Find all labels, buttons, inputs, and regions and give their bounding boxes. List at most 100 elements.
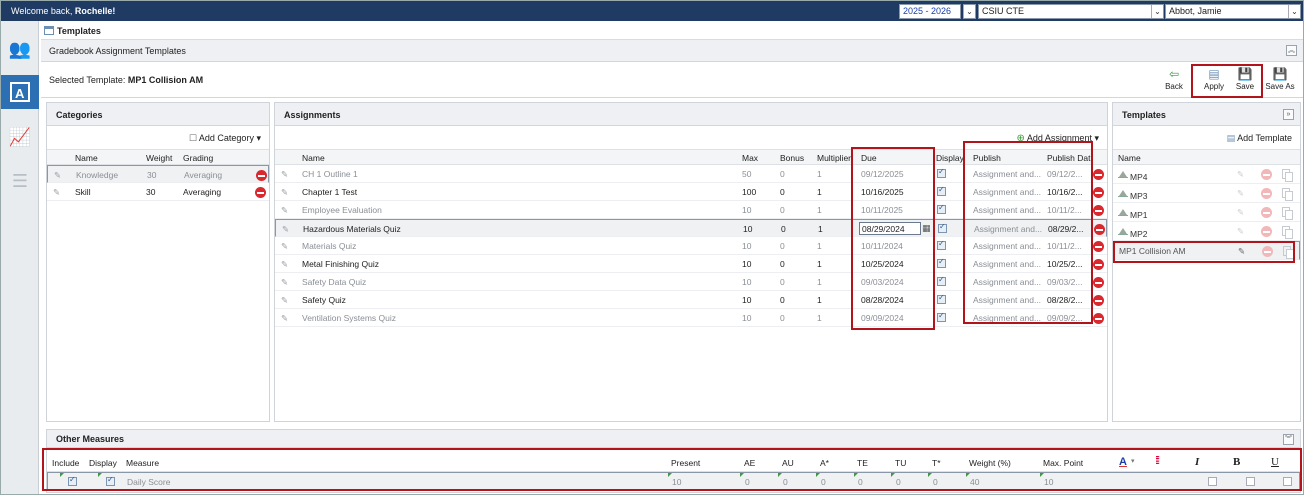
- pencil-icon[interactable]: ✎: [1237, 188, 1244, 199]
- col-weight[interactable]: Weight: [146, 153, 172, 163]
- collapse-down-icon[interactable]: ︾: [1283, 434, 1294, 445]
- col-include[interactable]: Include: [52, 458, 79, 468]
- pencil-icon[interactable]: ✎: [281, 169, 288, 180]
- col-ae[interactable]: AE: [744, 458, 755, 468]
- collapse-right-icon[interactable]: »: [1283, 109, 1294, 120]
- save-button[interactable]: 💾 Save: [1230, 66, 1260, 96]
- pencil-icon[interactable]: ✎: [281, 259, 288, 270]
- underline-checkbox[interactable]: [1283, 477, 1292, 486]
- delete-icon[interactable]: [1093, 187, 1104, 198]
- apply-button[interactable]: ▤ Apply: [1199, 66, 1229, 96]
- delete-icon[interactable]: [1261, 207, 1272, 218]
- italic-icon[interactable]: I: [1195, 456, 1199, 468]
- pencil-icon[interactable]: ✎: [54, 170, 61, 181]
- delete-icon[interactable]: [1093, 169, 1104, 180]
- color-grid-icon[interactable]: ⁞⁞⁞: [1155, 455, 1160, 467]
- pencil-icon[interactable]: ✎: [1237, 207, 1244, 218]
- display-checkbox[interactable]: [106, 475, 115, 486]
- display-checkbox[interactable]: [937, 275, 946, 286]
- due-date-input[interactable]: 08/29/2024: [859, 222, 921, 235]
- bold-checkbox[interactable]: [1246, 477, 1255, 486]
- col-measure[interactable]: Measure: [126, 458, 159, 468]
- col-max-point[interactable]: Max. Point: [1043, 458, 1083, 468]
- col-max[interactable]: Max: [742, 153, 758, 163]
- copy-icon[interactable]: [1282, 169, 1293, 182]
- delete-icon[interactable]: [1261, 226, 1272, 237]
- table-row[interactable]: ✎ Safety Data Quiz 10 0 1 09/03/2024 Assignmen…: [275, 273, 1107, 291]
- col-present[interactable]: Present: [671, 458, 700, 468]
- template-row[interactable]: MP2 ✎: [1113, 222, 1300, 241]
- col-te[interactable]: TE: [857, 458, 868, 468]
- publish-value[interactable]: Assignment and...: [973, 241, 1041, 251]
- display-checkbox[interactable]: [938, 222, 947, 233]
- col-tu[interactable]: TU: [895, 458, 906, 468]
- delete-icon[interactable]: [1261, 169, 1272, 180]
- table-row[interactable]: ✎ Employee Evaluation 10 0 1 10/11/2025 Assign…: [275, 201, 1107, 219]
- publish-value[interactable]: Assignment and...: [973, 295, 1041, 305]
- measure-row[interactable]: Daily Score 10 0 0 0 0 0 0 40 10: [47, 472, 1300, 490]
- display-checkbox[interactable]: [937, 203, 946, 214]
- delete-icon[interactable]: [255, 187, 266, 198]
- template-row[interactable]: MP1 ✎: [1113, 203, 1300, 222]
- publish-value[interactable]: Assignment and...: [973, 259, 1041, 269]
- delete-icon[interactable]: [1093, 205, 1104, 216]
- col-name[interactable]: Name: [1118, 153, 1141, 163]
- pencil-icon[interactable]: ✎: [1238, 246, 1245, 257]
- display-checkbox[interactable]: [937, 167, 946, 178]
- table-row[interactable]: ✎ CH 1 Outline 1 50 0 1 09/12/2025 Assignment …: [275, 165, 1107, 183]
- copy-icon[interactable]: [1282, 207, 1293, 220]
- delete-icon[interactable]: [1093, 277, 1104, 288]
- calendar-icon[interactable]: ▦: [922, 223, 931, 234]
- delete-icon[interactable]: [1094, 224, 1105, 235]
- col-au[interactable]: AU: [782, 458, 794, 468]
- display-checkbox[interactable]: [937, 293, 946, 304]
- table-row[interactable]: ✎ Skill 30 Averaging: [47, 183, 269, 201]
- table-row[interactable]: ✎ Materials Quiz 10 0 1 10/11/2024 Assignment …: [275, 237, 1107, 255]
- publish-value[interactable]: Assignment and...: [973, 187, 1041, 197]
- display-checkbox[interactable]: [937, 185, 946, 196]
- col-weight[interactable]: Weight (%): [969, 458, 1011, 468]
- display-checkbox[interactable]: [937, 257, 946, 268]
- save-as-button[interactable]: 💾 Save As: [1264, 66, 1296, 96]
- col-grading[interactable]: Grading: [183, 153, 213, 163]
- pencil-icon[interactable]: ✎: [281, 295, 288, 306]
- pencil-icon[interactable]: ✎: [281, 277, 288, 288]
- chart-icon[interactable]: 📈: [5, 123, 35, 151]
- gradebook-icon[interactable]: A: [1, 75, 39, 109]
- pencil-icon[interactable]: ✎: [281, 205, 288, 216]
- col-publish[interactable]: Publish: [973, 153, 1001, 163]
- publish-value[interactable]: Assignment and...: [973, 169, 1041, 179]
- italic-checkbox[interactable]: [1208, 477, 1217, 486]
- copy-icon[interactable]: [1282, 188, 1293, 201]
- display-checkbox[interactable]: [937, 311, 946, 322]
- year-select-arrow[interactable]: ⌄: [963, 4, 976, 19]
- bold-icon[interactable]: B: [1233, 456, 1240, 468]
- font-color-icon[interactable]: A: [1119, 456, 1127, 468]
- caret-down-icon[interactable]: ▾: [1131, 457, 1135, 465]
- pencil-icon[interactable]: ✎: [281, 187, 288, 198]
- publish-value[interactable]: Assignment and...: [974, 224, 1042, 234]
- underline-icon[interactable]: U: [1271, 456, 1279, 468]
- add-assignment-button[interactable]: ⊕ Add Assignment ▾: [1017, 133, 1100, 144]
- col-name[interactable]: Name: [75, 153, 98, 163]
- table-row[interactable]: ✎ Metal Finishing Quiz 10 0 1 10/25/2024 Assig…: [275, 255, 1107, 273]
- delete-icon[interactable]: [1093, 241, 1104, 252]
- list-star-icon[interactable]: ☰: [5, 167, 35, 195]
- publish-value[interactable]: Assignment and...: [973, 313, 1041, 323]
- table-row[interactable]: ✎ Ventilation Systems Quiz 10 0 1 09/09/2024 A…: [275, 309, 1107, 327]
- display-checkbox[interactable]: [937, 239, 946, 250]
- pencil-icon[interactable]: ✎: [1237, 169, 1244, 180]
- pencil-icon[interactable]: ✎: [281, 313, 288, 324]
- table-row[interactable]: ✎ Safety Quiz 10 0 1 08/28/2024 Assignment and…: [275, 291, 1107, 309]
- collapse-up-icon[interactable]: ︽: [1286, 45, 1297, 56]
- table-row[interactable]: ✎ Chapter 1 Test 100 0 1 10/16/2025 Assignment…: [275, 183, 1107, 201]
- col-bonus[interactable]: Bonus: [780, 153, 804, 163]
- copy-icon[interactable]: [1283, 246, 1294, 259]
- delete-icon[interactable]: [1093, 259, 1104, 270]
- col-t-star[interactable]: T*: [932, 458, 941, 468]
- table-row[interactable]: ✎ Hazardous Materials Quiz 10 0 1 08/29/2024 ▦…: [275, 219, 1107, 237]
- teacher-select[interactable]: Abbot, Jamie ⌄: [1165, 4, 1301, 19]
- year-select[interactable]: 2025 - 2026: [899, 4, 961, 19]
- people-icon[interactable]: 👥: [5, 35, 35, 63]
- col-publish-date[interactable]: Publish Dat: [1047, 153, 1090, 163]
